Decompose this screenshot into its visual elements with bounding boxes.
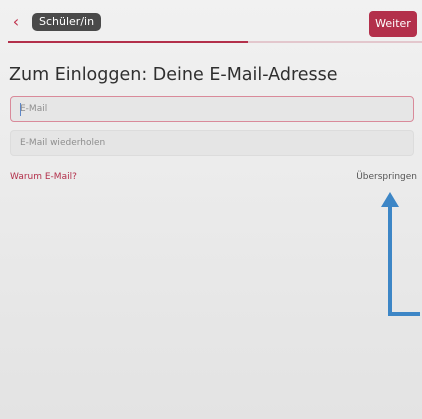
skip-link[interactable]: Überspringen [356, 172, 417, 182]
next-button[interactable]: Weiter [369, 11, 417, 37]
text-cursor [20, 103, 21, 116]
role-chip[interactable]: Schüler/in [32, 13, 102, 31]
why-email-link[interactable]: Warum E-Mail? [10, 172, 77, 182]
progress-bar [8, 41, 422, 43]
page-title: Zum Einloggen: Deine E-Mail-Adresse [9, 65, 338, 85]
email-repeat-field[interactable] [10, 130, 414, 156]
email-field[interactable] [10, 96, 414, 122]
email-input[interactable] [11, 97, 413, 121]
chevron-left-icon[interactable]: ‹ [8, 12, 24, 32]
login-email-screen: ‹ Schüler/in Weiter Zum Einloggen: Deine… [0, 0, 422, 419]
email-repeat-input[interactable] [11, 131, 413, 155]
arrow-up-icon [381, 192, 420, 316]
progress-bar-fill [8, 41, 249, 43]
